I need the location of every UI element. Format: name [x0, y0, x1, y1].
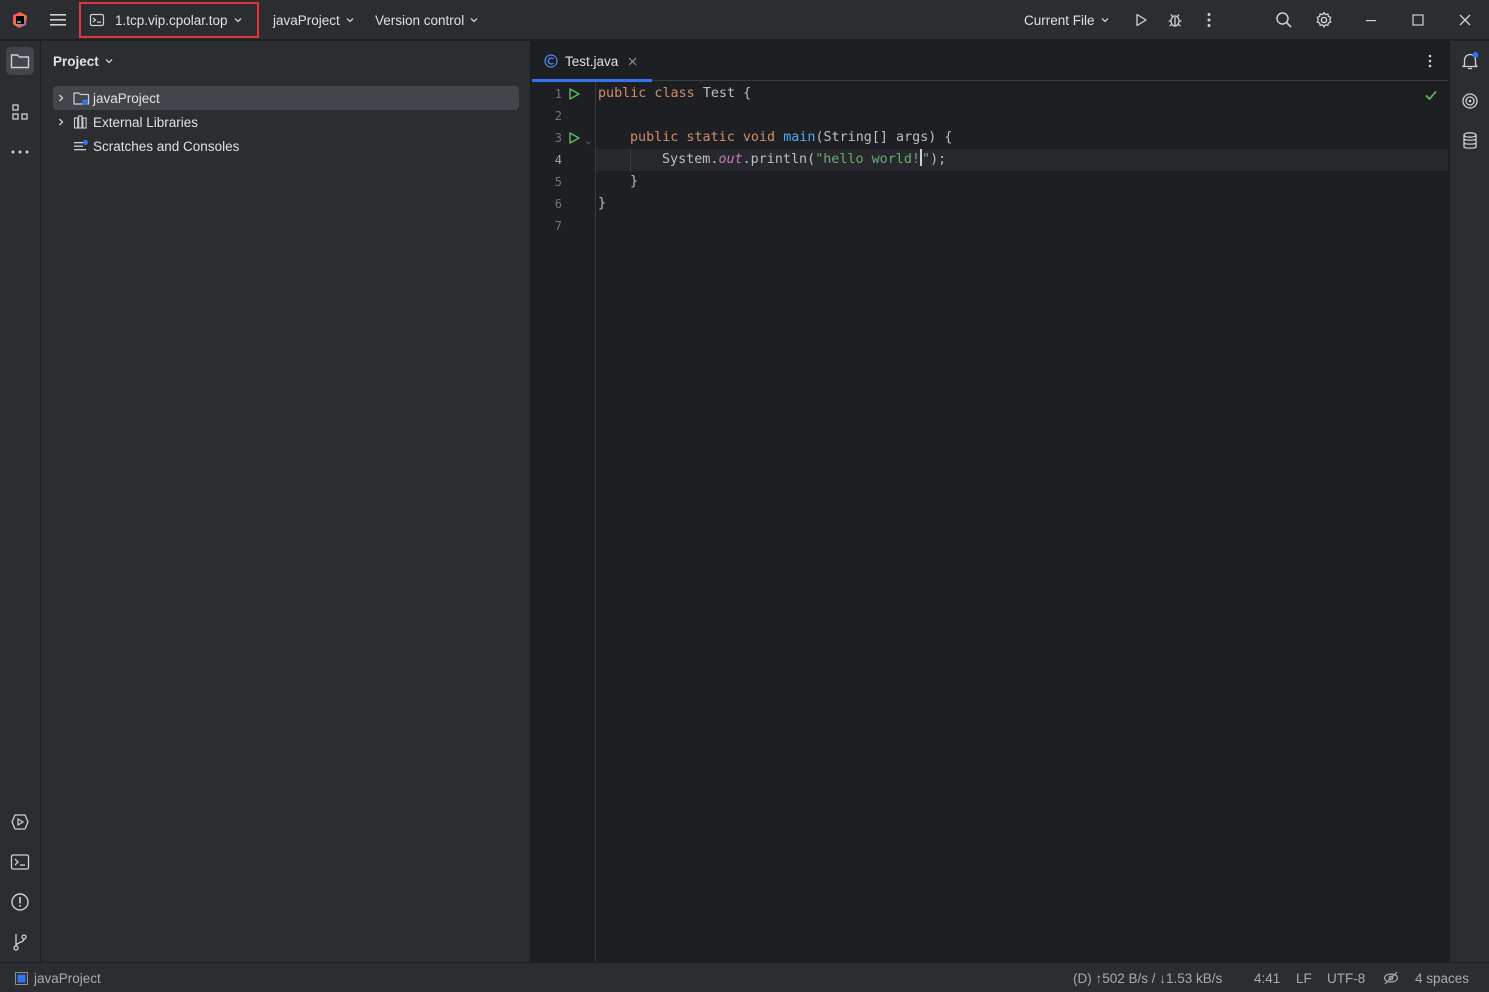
debug-icon[interactable]	[1163, 8, 1187, 32]
left-tool-strip	[0, 41, 41, 962]
indent-guide	[630, 149, 631, 171]
java-class-icon	[544, 54, 558, 68]
problems-tool-icon[interactable]	[6, 888, 34, 916]
chevron-down-icon	[1100, 13, 1110, 28]
tab-label: Test.java	[565, 53, 619, 69]
settings-gear-icon[interactable]	[1312, 8, 1336, 32]
line-number: 7	[554, 219, 562, 233]
code-editor[interactable]: public class Test { public static void m…	[596, 82, 1448, 962]
status-caret-position[interactable]: 4:41	[1254, 963, 1280, 992]
line-number: 6	[554, 197, 562, 211]
chevron-down-icon	[233, 13, 243, 28]
line-number: 1	[554, 87, 562, 101]
project-tool-window: Project javaProject External Libraries S…	[41, 41, 531, 962]
status-indent[interactable]: 4 spaces	[1415, 963, 1469, 992]
editor-tab-options-icon[interactable]	[1422, 53, 1438, 69]
tree-item-javaproject[interactable]: javaProject	[53, 86, 519, 110]
run-config-selector[interactable]: Current File	[1024, 0, 1110, 40]
project-panel-header[interactable]: Project	[53, 51, 114, 71]
module-icon	[15, 971, 28, 985]
tree-item-label: External Libraries	[93, 114, 199, 130]
status-encoding[interactable]: UTF-8	[1327, 963, 1365, 992]
editor-gutter: 1 2 3 4 5 6 7	[532, 82, 596, 962]
readonly-toggle-icon[interactable]	[1383, 963, 1399, 992]
project-panel-title: Project	[53, 53, 99, 69]
project-selector-label: javaProject	[273, 12, 340, 28]
maximize-window-icon[interactable]	[1406, 8, 1430, 32]
search-icon[interactable]	[1272, 8, 1296, 32]
ai-assistant-icon[interactable]	[1456, 87, 1484, 115]
services-tool-icon[interactable]	[6, 808, 34, 836]
editor-tab-test-java[interactable]: Test.java	[532, 41, 652, 82]
chevron-down-icon	[104, 54, 114, 69]
status-line-separator[interactable]: LF	[1296, 963, 1312, 992]
code-line-6: }	[598, 196, 607, 211]
structure-tool-icon[interactable]	[6, 98, 34, 126]
vcs-selector-label: Version control	[375, 12, 465, 28]
tree-item-label: javaProject	[93, 90, 160, 106]
tree-item-label: Scratches and Consoles	[93, 138, 240, 154]
git-tool-icon[interactable]	[6, 928, 34, 956]
scratches-icon	[71, 139, 91, 153]
code-line-3: public static void main(String[] args) {	[630, 130, 953, 145]
run-gutter-icon[interactable]	[566, 127, 582, 149]
run-config-label: Current File	[1024, 12, 1095, 28]
tree-item-scratches[interactable]: Scratches and Consoles	[53, 134, 519, 158]
code-line-1: public class Test {	[598, 86, 752, 101]
chevron-down-icon	[469, 13, 479, 28]
line-number: 4	[554, 153, 562, 167]
folder-module-icon	[71, 91, 91, 106]
app-logo-icon	[8, 8, 32, 32]
minimize-window-icon[interactable]	[1359, 8, 1383, 32]
terminal-icon	[89, 12, 105, 28]
tree-item-external-libraries[interactable]: External Libraries	[53, 110, 519, 134]
remote-host-selector[interactable]: 1.tcp.vip.cpolar.top	[79, 2, 259, 38]
no-problems-check-icon[interactable]	[1424, 89, 1438, 104]
vcs-selector[interactable]: Version control	[375, 0, 479, 40]
terminal-tool-icon[interactable]	[6, 848, 34, 876]
line-number: 2	[554, 109, 562, 123]
chevron-right-icon[interactable]	[53, 117, 69, 127]
status-project-label: javaProject	[34, 970, 101, 986]
chevron-down-icon	[345, 13, 355, 28]
more-actions-icon[interactable]	[1197, 8, 1221, 32]
status-bar: javaProject (D) ↑502 B/s / ↓1.53 kB/s 4:…	[0, 962, 1489, 992]
remote-host-label: 1.tcp.vip.cpolar.top	[115, 12, 228, 28]
close-window-icon[interactable]	[1453, 8, 1477, 32]
notifications-bell-icon[interactable]	[1456, 47, 1484, 75]
project-selector[interactable]: javaProject	[273, 0, 355, 40]
line-number: 5	[554, 175, 562, 189]
title-bar: 1.tcp.vip.cpolar.top javaProject Version…	[0, 0, 1489, 40]
code-line-4: System.out.println("hello world! ");	[596, 149, 1448, 171]
main-menu-icon[interactable]	[47, 8, 71, 32]
project-tool-icon[interactable]	[6, 47, 34, 75]
fold-arrow-icon[interactable]	[585, 134, 592, 149]
status-network-speed[interactable]: (D) ↑502 B/s / ↓1.53 kB/s	[1073, 963, 1222, 992]
close-tab-icon[interactable]	[628, 57, 637, 66]
run-gutter-icon[interactable]	[566, 83, 582, 105]
chevron-right-icon[interactable]	[53, 93, 69, 103]
code-line-5: }	[630, 174, 639, 189]
editor-area: Test.java 1 2 3 4 5 6 7 public class Tes…	[532, 41, 1448, 962]
status-project-breadcrumb[interactable]: javaProject	[15, 963, 101, 992]
editor-tab-bar: Test.java	[532, 41, 1448, 82]
database-icon[interactable]	[1456, 127, 1484, 155]
right-tool-strip	[1449, 41, 1489, 962]
run-icon[interactable]	[1129, 8, 1153, 32]
more-tools-icon[interactable]	[6, 138, 34, 166]
line-number: 3	[554, 131, 562, 145]
library-icon	[71, 115, 91, 129]
